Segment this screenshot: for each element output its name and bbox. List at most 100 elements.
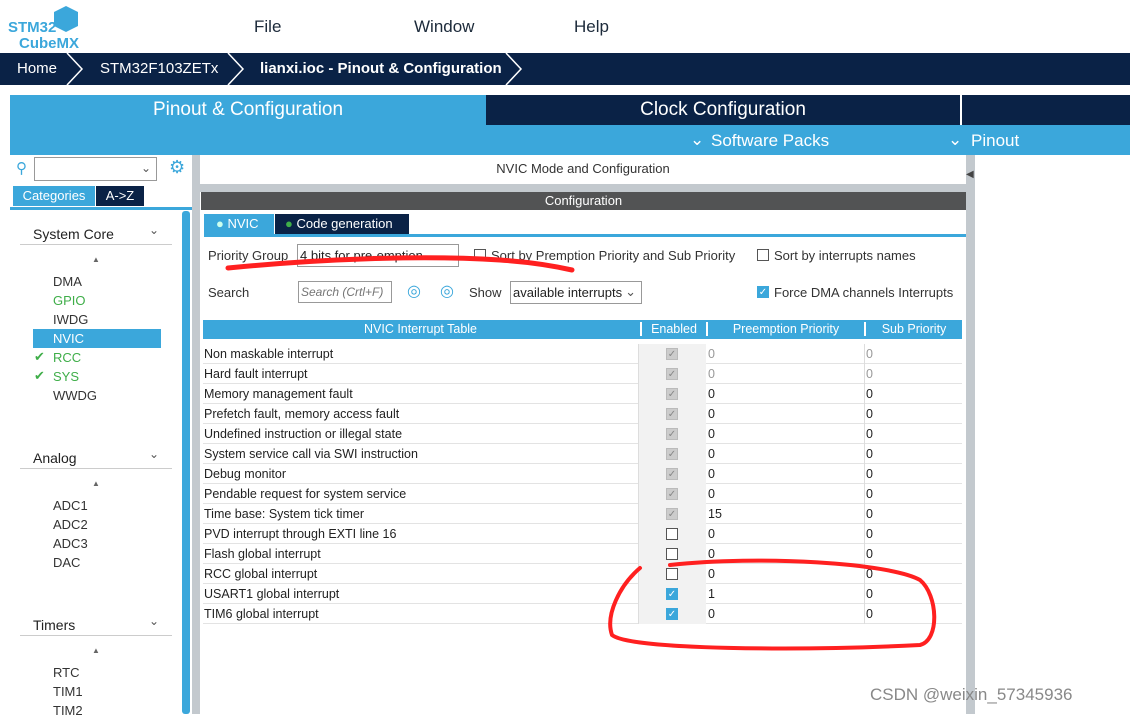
item-rtc[interactable]: RTC	[53, 665, 79, 680]
item-dma[interactable]: DMA	[53, 274, 82, 289]
sub-priority[interactable]: 0	[866, 527, 873, 541]
enabled-checkbox[interactable]: ✓	[666, 588, 678, 600]
software-packs-menu[interactable]: Software Packs	[711, 131, 829, 151]
enabled-checkbox[interactable]: ✓	[666, 608, 678, 620]
menu-help[interactable]: Help	[574, 17, 609, 37]
table-row[interactable]: PVD interrupt through EXTI line 16 0 0	[203, 524, 962, 544]
sub-priority[interactable]: 0	[866, 427, 873, 441]
table-row[interactable]: Time base: System tick timer ✓ 15 0	[203, 504, 962, 524]
table-row[interactable]: Non maskable interrupt ✓ 0 0	[203, 344, 962, 364]
preemption-priority[interactable]: 0	[708, 347, 715, 361]
preemption-priority[interactable]: 0	[708, 427, 715, 441]
preemption-priority[interactable]: 0	[708, 447, 715, 461]
preemption-priority[interactable]: 0	[708, 607, 715, 621]
item-nvic-selected[interactable]: NVIC	[33, 329, 161, 348]
sort-icon[interactable]: ▲	[92, 646, 100, 655]
sub-priority[interactable]: 0	[866, 607, 873, 621]
preemption-priority[interactable]: 0	[708, 487, 715, 501]
item-wwdg[interactable]: WWDG	[53, 388, 97, 403]
tab-categories[interactable]: Categories	[13, 186, 95, 206]
table-row[interactable]: Memory management fault ✓ 0 0	[203, 384, 962, 404]
table-row[interactable]: Flash global interrupt 0 0	[203, 544, 962, 564]
next-icon[interactable]: ◎	[440, 281, 454, 301]
tab-clock-configuration[interactable]: Clock Configuration	[486, 95, 960, 125]
item-adc3[interactable]: ADC3	[53, 536, 88, 551]
preemption-priority[interactable]: 0	[708, 467, 715, 481]
item-dac[interactable]: DAC	[53, 555, 80, 570]
sub-priority[interactable]: 0	[866, 587, 873, 601]
table-row[interactable]: Prefetch fault, memory access fault ✓ 0 …	[203, 404, 962, 424]
preemption-priority[interactable]: 0	[708, 367, 715, 381]
preemption-priority[interactable]: 0	[708, 547, 715, 561]
col-sub: Sub Priority	[864, 322, 962, 336]
preemption-priority[interactable]: 15	[708, 507, 722, 521]
sub-priority[interactable]: 0	[866, 567, 873, 581]
sort-names-checkbox[interactable]	[757, 249, 769, 261]
tab-code-generation[interactable]: ● Code generation	[275, 214, 409, 234]
item-tim1[interactable]: TIM1	[53, 684, 83, 699]
table-row[interactable]: Pendable request for system service ✓ 0 …	[203, 484, 962, 504]
gear-icon[interactable]: ⚙	[169, 157, 185, 178]
force-dma-checkbox[interactable]: ✓	[757, 286, 769, 298]
show-select[interactable]: available interrupts ⌄	[510, 281, 642, 304]
col-name: NVIC Interrupt Table	[363, 322, 478, 336]
tab-nvic[interactable]: ● NVIC	[204, 214, 274, 234]
preemption-priority[interactable]: 0	[708, 407, 715, 421]
scrollbar[interactable]	[182, 211, 190, 714]
table-row[interactable]: Hard fault interrupt ✓ 0 0	[203, 364, 962, 384]
category-timers[interactable]: Timers	[33, 617, 75, 633]
sort-icon[interactable]: ▲	[92, 479, 100, 488]
chevron-down-icon[interactable]: ⌄	[149, 614, 159, 628]
sub-priority[interactable]: 0	[866, 407, 873, 421]
tab-a-z[interactable]: A->Z	[96, 186, 144, 206]
search-input[interactable]	[298, 281, 392, 303]
sub-priority[interactable]: 0	[866, 387, 873, 401]
sub-priority[interactable]: 0	[866, 487, 873, 501]
sort-premption-checkbox[interactable]	[474, 249, 486, 261]
preemption-priority[interactable]: 0	[708, 567, 715, 581]
search-label: Search	[208, 285, 250, 300]
menu-file[interactable]: File	[254, 17, 281, 37]
item-sys[interactable]: SYS	[53, 369, 79, 384]
sub-priority[interactable]: 0	[866, 367, 873, 381]
table-row[interactable]: RCC global interrupt 0 0	[203, 564, 962, 584]
chevron-down-icon[interactable]: ⌄	[149, 447, 159, 461]
table-row[interactable]: Debug monitor ✓ 0 0	[203, 464, 962, 484]
sub-priority[interactable]: 0	[866, 347, 873, 361]
sort-icon[interactable]: ▲	[92, 255, 100, 264]
sub-priority[interactable]: 0	[866, 447, 873, 461]
sort-premption-label: Sort by Premption Priority and Sub Prior…	[491, 248, 736, 263]
pinout-menu[interactable]: Pinout	[971, 131, 1019, 151]
sub-priority[interactable]: 0	[866, 547, 873, 561]
sub-priority[interactable]: 0	[866, 507, 873, 521]
category-analog[interactable]: Analog	[33, 450, 77, 466]
sub-priority[interactable]: 0	[866, 467, 873, 481]
previous-icon[interactable]: ◎	[407, 281, 421, 301]
category-system-core[interactable]: System Core	[33, 226, 114, 242]
category-search-combo[interactable]: ⌄	[34, 157, 157, 181]
preemption-priority[interactable]: 0	[708, 387, 715, 401]
table-row[interactable]: TIM6 global interrupt ✓ 0 0	[203, 604, 962, 624]
menu-window[interactable]: Window	[414, 17, 474, 37]
table-row[interactable]: USART1 global interrupt ✓ 1 0	[203, 584, 962, 604]
interrupt-name: Flash global interrupt	[204, 547, 321, 561]
preemption-priority[interactable]: 1	[708, 587, 715, 601]
enabled-checkbox[interactable]	[666, 568, 678, 580]
enabled-checkbox[interactable]	[666, 528, 678, 540]
item-iwdg[interactable]: IWDG	[53, 312, 88, 327]
item-rcc[interactable]: RCC	[53, 350, 81, 365]
item-gpio[interactable]: GPIO	[53, 293, 86, 308]
enabled-checkbox: ✓	[666, 508, 678, 520]
table-row[interactable]: Undefined instruction or illegal state ✓…	[203, 424, 962, 444]
item-adc1[interactable]: ADC1	[53, 498, 88, 513]
tab-extra[interactable]	[962, 95, 1130, 125]
priority-group-select[interactable]: 4 bits for pre-emption... ⌄	[297, 244, 459, 267]
enabled-checkbox[interactable]	[666, 548, 678, 560]
tab-pinout-configuration[interactable]: Pinout & Configuration	[10, 95, 486, 125]
check-icon: ✔	[34, 349, 45, 364]
item-tim2[interactable]: TIM2	[53, 703, 83, 718]
chevron-down-icon[interactable]: ⌄	[149, 223, 159, 237]
table-row[interactable]: System service call via SWI instruction …	[203, 444, 962, 464]
preemption-priority[interactable]: 0	[708, 527, 715, 541]
item-adc2[interactable]: ADC2	[53, 517, 88, 532]
